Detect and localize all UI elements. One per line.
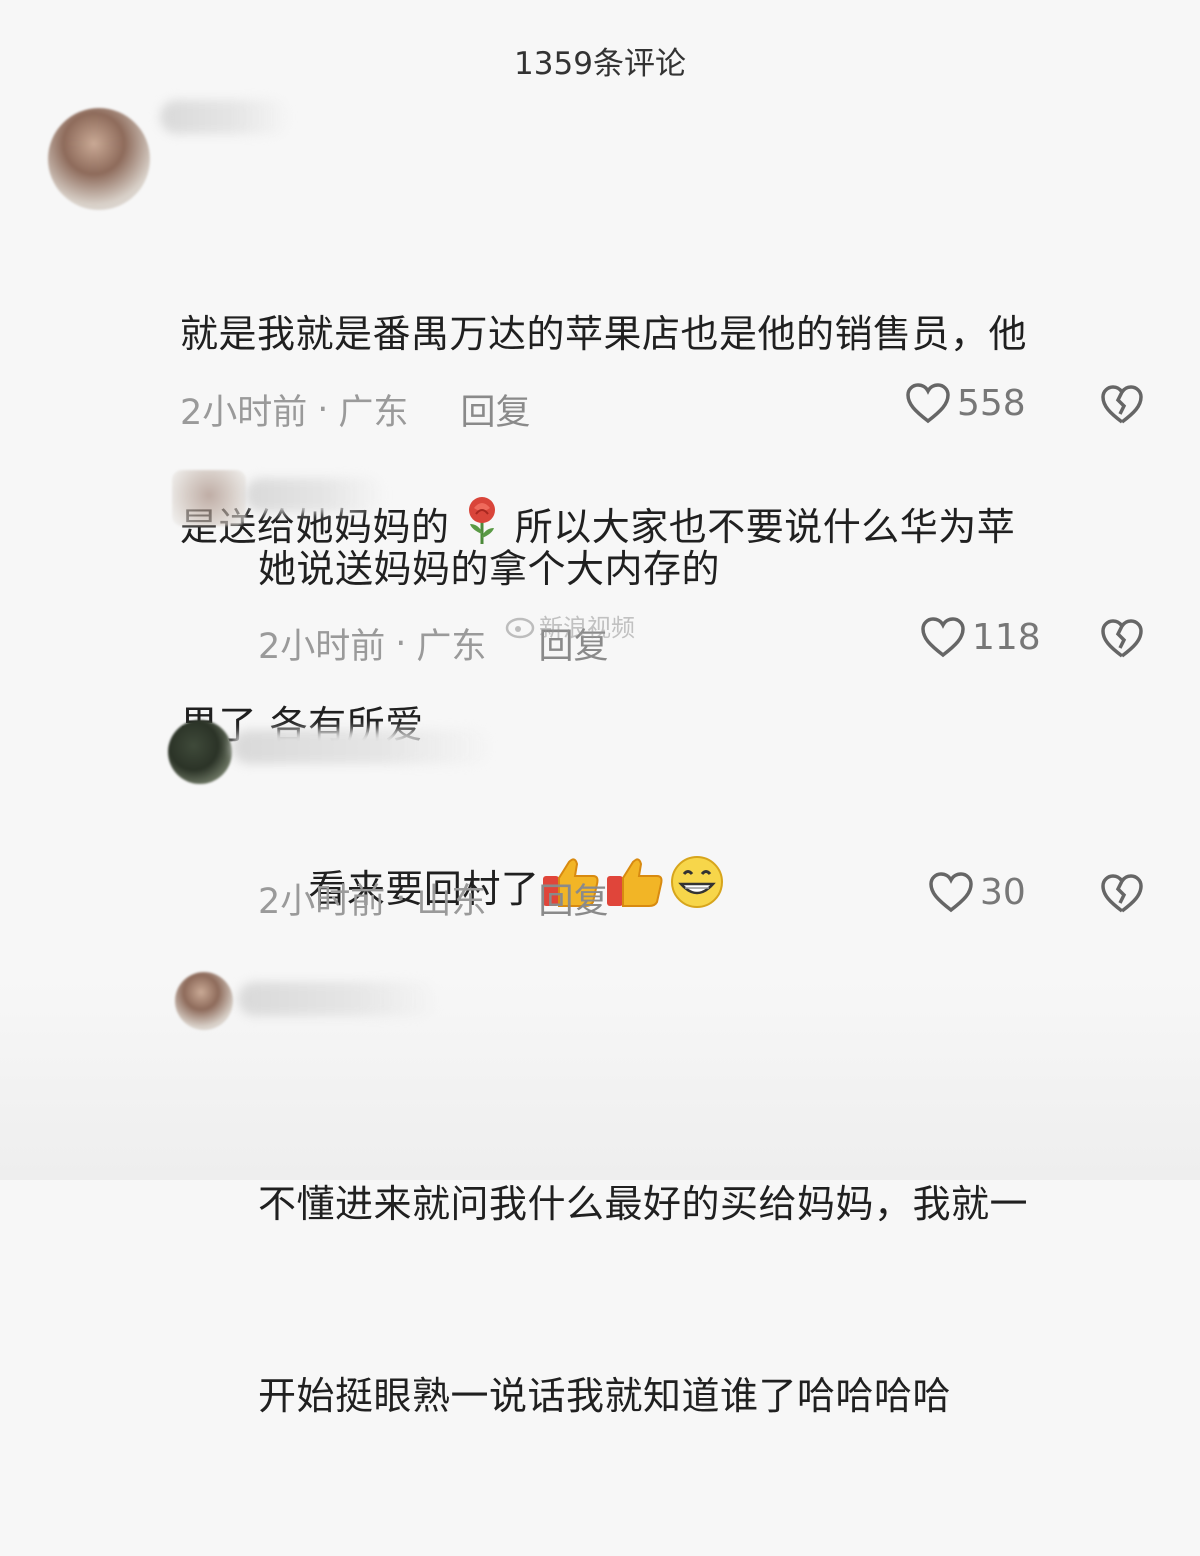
separator-dot: · bbox=[317, 389, 329, 430]
watermark-text: 新浪视频 bbox=[539, 614, 635, 642]
like-button[interactable]: 558 bbox=[905, 381, 1026, 425]
dislike-button[interactable] bbox=[1100, 873, 1144, 919]
comment-text: 就是我就是番禺万达的苹果店也是他的销售员，他 是送给她妈妈的 所以大家也不要说什… bbox=[180, 174, 1170, 885]
timestamp: 2小时前 bbox=[180, 393, 308, 433]
avatar[interactable] bbox=[175, 972, 233, 1030]
location: 广东 bbox=[416, 627, 487, 667]
timestamp: 2小时前 bbox=[258, 882, 386, 922]
separator-dot: · bbox=[395, 623, 407, 664]
avatar[interactable] bbox=[172, 470, 246, 526]
username-blurred[interactable] bbox=[238, 982, 438, 1016]
comment-meta: 2小时前 · 广东 回复 bbox=[180, 384, 530, 435]
broken-heart-icon bbox=[1101, 619, 1143, 658]
avatar[interactable] bbox=[168, 720, 232, 784]
like-count: 558 bbox=[957, 382, 1026, 424]
heart-outline-icon bbox=[921, 617, 965, 658]
thumbs-up-emoji bbox=[603, 854, 667, 929]
comment-text-line: 开始挺眼熟一说话我就知道谁了哈哈哈哈 bbox=[258, 1374, 952, 1418]
comment-count-title: 1359条评论 bbox=[514, 46, 686, 82]
watermark: 新浪视频 bbox=[505, 608, 635, 643]
comment-text: 她说送妈妈的拿个大内存的 bbox=[258, 547, 721, 591]
dislike-button[interactable] bbox=[1100, 384, 1144, 430]
broken-heart-icon bbox=[1101, 874, 1143, 913]
weibo-logo-icon bbox=[505, 617, 535, 638]
heart-outline-icon bbox=[906, 383, 950, 424]
comment-meta: 2小时前 · 山东 回复 bbox=[258, 873, 608, 924]
comment-text-line: 不懂进来就问我什么最好的买给妈妈，我就一 bbox=[258, 1182, 1029, 1226]
reply-button[interactable]: 回复 bbox=[460, 384, 530, 435]
username-blurred[interactable] bbox=[245, 478, 385, 512]
username-blurred[interactable] bbox=[160, 100, 290, 134]
like-button[interactable]: 30 bbox=[928, 870, 1026, 914]
separator-dot: · bbox=[395, 878, 407, 919]
timestamp: 2小时前 bbox=[258, 627, 386, 667]
broken-heart-icon bbox=[1101, 385, 1143, 424]
comment-text-line: 就是我就是番禺万达的苹果店也是他的销售员，他 bbox=[180, 312, 1028, 356]
like-button[interactable]: 118 bbox=[920, 615, 1041, 659]
username-blurred[interactable] bbox=[232, 730, 492, 764]
dislike-button[interactable] bbox=[1100, 618, 1144, 664]
like-count: 30 bbox=[980, 871, 1026, 913]
heart-outline-icon bbox=[929, 872, 973, 913]
comment-text: 不懂进来就问我什么最好的买给妈妈，我就一 开始挺眼熟一说话我就知道谁了哈哈哈哈 bbox=[258, 1044, 1178, 1556]
avatar[interactable] bbox=[48, 108, 150, 210]
reply-button[interactable]: 回复 bbox=[538, 873, 608, 924]
grinning-face-emoji bbox=[667, 854, 727, 929]
location: 山东 bbox=[416, 882, 487, 922]
like-count: 118 bbox=[972, 616, 1041, 658]
location: 广东 bbox=[338, 393, 409, 433]
